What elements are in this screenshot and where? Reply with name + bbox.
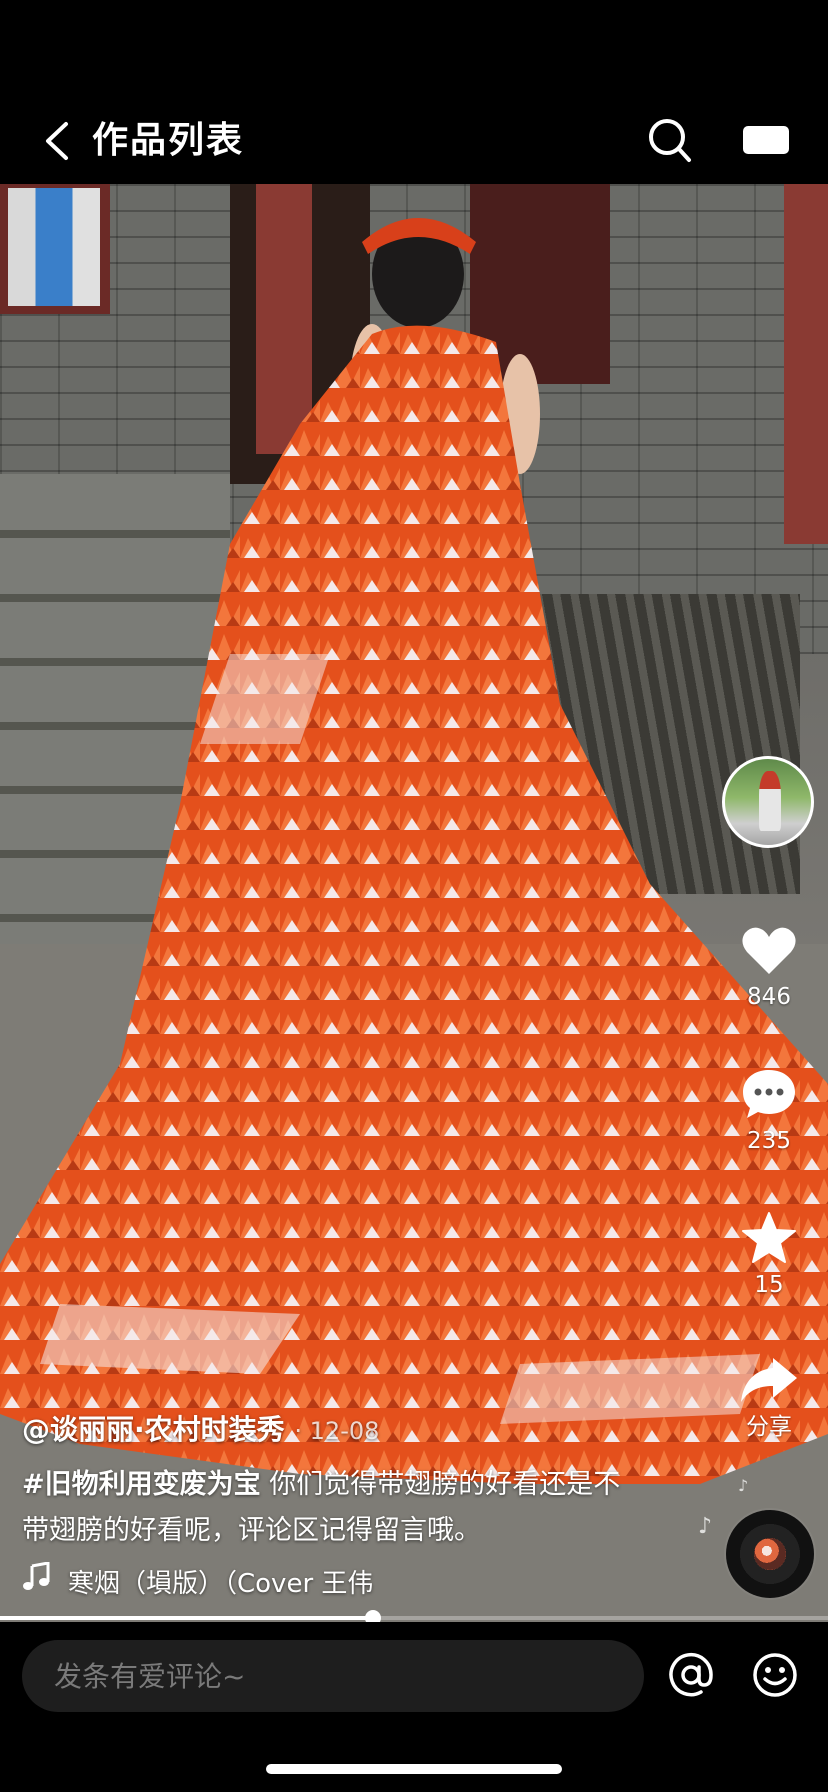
favorite-count: 15 bbox=[754, 1272, 784, 1298]
heart-icon bbox=[742, 927, 796, 974]
orange-dress-photo bbox=[0, 218, 828, 1484]
back-button[interactable] bbox=[38, 116, 78, 166]
emoji-button[interactable] bbox=[752, 1652, 798, 1698]
music-note-icon bbox=[22, 1562, 52, 1602]
video-progress-bar[interactable] bbox=[0, 1610, 828, 1626]
floating-note-icon: ♪ bbox=[698, 1514, 713, 1539]
post-date: · 12-08 bbox=[294, 1417, 380, 1445]
home-indicator bbox=[266, 1764, 562, 1774]
comment-icon bbox=[743, 1070, 795, 1118]
author-line: @谈丽丽·农村时装秀 · 12-08 bbox=[22, 1410, 379, 1451]
at-icon bbox=[669, 1652, 713, 1697]
screen-cast-icon bbox=[743, 126, 789, 154]
floating-note-icon: ♪ bbox=[738, 1476, 749, 1495]
comment-input[interactable] bbox=[22, 1640, 644, 1712]
comment-count: 235 bbox=[747, 1128, 791, 1154]
comment-button[interactable]: 235 bbox=[734, 1066, 804, 1156]
emoji-icon bbox=[753, 1653, 797, 1697]
music-disc[interactable] bbox=[726, 1510, 814, 1598]
search-button[interactable] bbox=[646, 114, 694, 166]
star-icon bbox=[742, 1212, 796, 1263]
share-arrow-icon bbox=[741, 1358, 797, 1402]
top-nav-bar: 作品列表 bbox=[0, 0, 828, 184]
like-count: 846 bbox=[747, 984, 791, 1010]
author-name[interactable]: @谈丽丽·农村时装秀 bbox=[22, 1413, 285, 1446]
hashtag-link[interactable]: #旧物利用变废为宝 bbox=[22, 1469, 261, 1500]
progress-fill bbox=[0, 1616, 373, 1620]
favorite-button[interactable]: 15 bbox=[734, 1210, 804, 1300]
mention-button[interactable] bbox=[668, 1652, 714, 1698]
share-button[interactable]: 分享 bbox=[734, 1352, 804, 1442]
screen-cast-button[interactable] bbox=[740, 120, 792, 160]
music-title: 寒烟（塤版）（Cover 王伟 bbox=[68, 1569, 374, 1599]
like-button[interactable]: 846 bbox=[734, 922, 804, 1012]
video-caption: #旧物利用变废为宝 你们觉得带翅膀的好看还是不带翅膀的好看呢，评论区记得留言哦。 bbox=[22, 1462, 642, 1554]
search-icon bbox=[649, 119, 691, 162]
comment-bar bbox=[0, 1622, 828, 1792]
music-info[interactable]: 寒烟（塤版）（Cover 王伟 bbox=[22, 1562, 442, 1602]
page-title: 作品列表 bbox=[92, 120, 245, 161]
video-player[interactable] bbox=[0, 184, 828, 1622]
share-label: 分享 bbox=[746, 1414, 792, 1440]
chevron-left-icon bbox=[46, 122, 68, 160]
author-avatar[interactable] bbox=[722, 756, 814, 848]
